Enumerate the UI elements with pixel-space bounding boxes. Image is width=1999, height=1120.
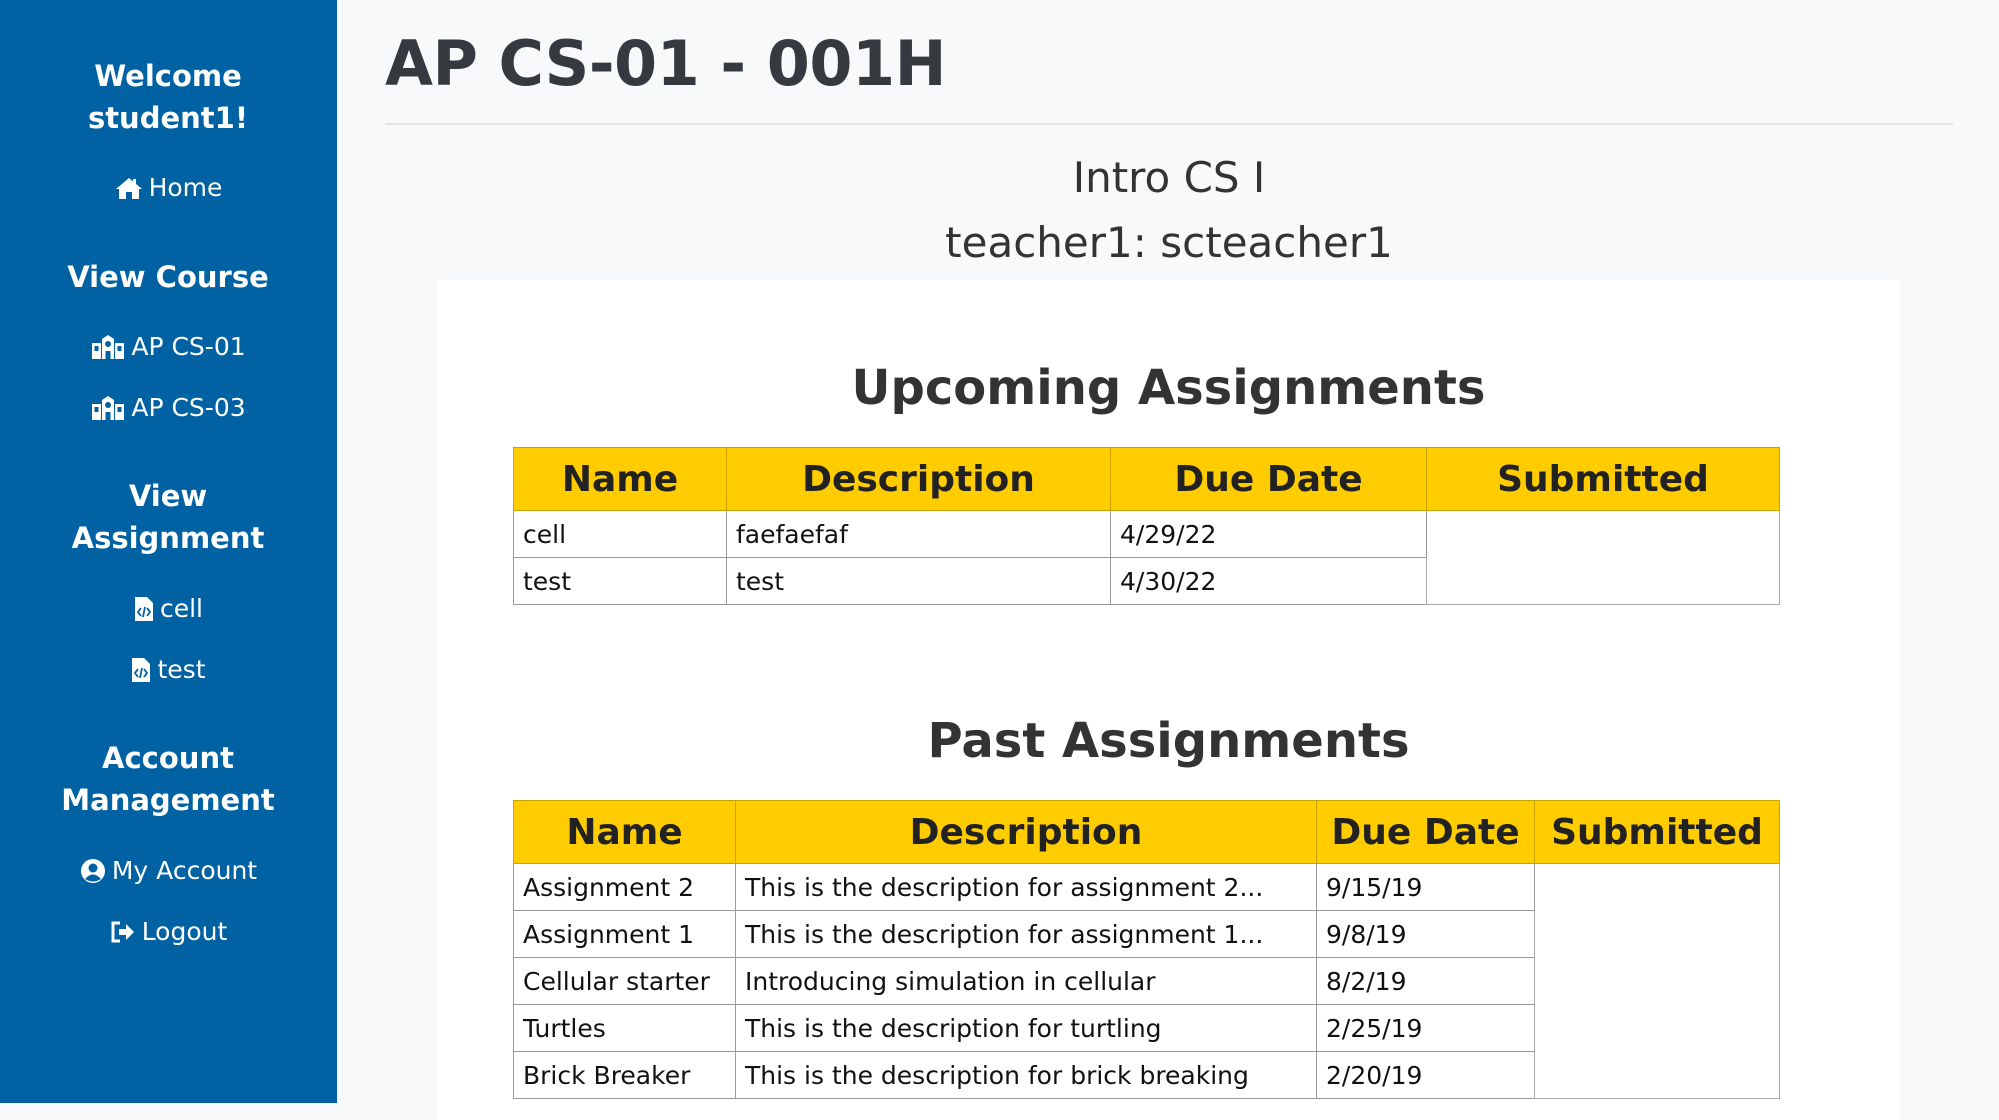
welcome-heading: Welcome student1! [38, 55, 298, 139]
cell-name: Brick Breaker [513, 1051, 736, 1099]
file-code-icon [131, 657, 151, 683]
cell-due-date: 4/30/22 [1110, 557, 1427, 605]
heading-line: Assignment [71, 521, 265, 555]
column-header-description: Description [735, 800, 1317, 864]
heading-line: View [128, 479, 208, 513]
column-header-submitted: Submitted [1534, 800, 1780, 864]
school-icon [91, 334, 125, 360]
cell-description: faefaefaf [726, 510, 1111, 558]
welcome-line: Welcome [94, 59, 242, 93]
column-header-name: Name [513, 447, 727, 511]
table-row[interactable]: cell faefaefaf 4/29/22 [513, 510, 1780, 605]
sidebar-item-course-1[interactable]: AP CS-01 [0, 330, 337, 364]
cell-description: Introducing simulation in cellular [735, 957, 1317, 1005]
sidebar-item-logout[interactable]: Logout [0, 915, 337, 949]
sidebar-item-label: My Account [111, 856, 258, 885]
cell-description: This is the description for assignment 2… [735, 863, 1317, 911]
welcome-username: student1! [87, 101, 249, 135]
cell-name: cell [513, 510, 727, 558]
user-circle-icon [80, 858, 106, 884]
cell-description: This is the description for turtling [735, 1004, 1317, 1052]
cell-name: test [513, 557, 727, 605]
sidebar-item-label: AP CS-03 [131, 393, 246, 422]
upcoming-assignments-title: Upcoming Assignments [851, 360, 1486, 416]
cell-due-date: 8/2/19 [1316, 957, 1535, 1005]
school-icon [91, 395, 125, 421]
cell-due-date: 9/15/19 [1316, 863, 1535, 911]
sidebar-item-label: test [157, 655, 206, 684]
column-header-submitted: Submitted [1426, 447, 1780, 511]
course-name: Intro CS I [1072, 153, 1266, 202]
sidebar-item-label: Home [148, 173, 223, 202]
cell-description: test [726, 557, 1111, 605]
cell-name: Turtles [513, 1004, 736, 1052]
cell-due-date: 2/20/19 [1316, 1051, 1535, 1099]
sidebar-item-assignment-cell[interactable]: cell [0, 592, 337, 626]
heading-line: Management [61, 783, 275, 817]
past-assignments-table: Name Description Due Date Submitted Assi… [513, 800, 1780, 1099]
column-header-name: Name [513, 800, 736, 864]
heading-line: Account [102, 741, 234, 775]
cell-due-date: 4/29/22 [1110, 510, 1427, 558]
upcoming-assignments-table: Name Description Due Date Submitted cell… [513, 447, 1780, 605]
cell-name: Assignment 1 [513, 910, 736, 958]
account-management-heading: Account Management [38, 737, 298, 821]
sidebar: Welcome student1! Home View Course AP CS… [0, 0, 337, 1103]
cell-submitted [1426, 510, 1780, 605]
table-row[interactable]: Assignment 2 This is the description for… [513, 863, 1780, 1099]
column-header-description: Description [726, 447, 1111, 511]
sidebar-item-label: AP CS-01 [131, 332, 246, 361]
table-header-row: Name Description Due Date Submitted [513, 800, 1780, 864]
past-assignments-title: Past Assignments [927, 713, 1410, 769]
column-header-due-date: Due Date [1110, 447, 1427, 511]
column-header-due-date: Due Date [1316, 800, 1535, 864]
view-assignment-heading: View Assignment [38, 475, 298, 559]
cell-name: Assignment 2 [513, 863, 736, 911]
sidebar-item-home[interactable]: Home [0, 171, 337, 205]
sidebar-item-label: Logout [141, 917, 228, 946]
cell-description: This is the description for brick breaki… [735, 1051, 1317, 1099]
cell-submitted [1534, 863, 1780, 1099]
cell-description: This is the description for assignment 1… [735, 910, 1317, 958]
cell-due-date: 2/25/19 [1316, 1004, 1535, 1052]
sidebar-item-course-2[interactable]: AP CS-03 [0, 391, 337, 425]
sidebar-item-label: cell [159, 594, 204, 623]
page-title: AP CS-01 - 001H [385, 27, 947, 100]
view-course-heading: View Course [67, 260, 269, 294]
teacher-label: teacher1: scteacher1 [945, 218, 1393, 267]
cell-name: Cellular starter [513, 957, 736, 1005]
table-header-row: Name Description Due Date Submitted [513, 447, 1780, 511]
sidebar-item-assignment-test[interactable]: test [0, 653, 337, 687]
main-content: AP CS-01 - 001H Intro CS I teacher1: sct… [385, 0, 1953, 1120]
cell-due-date: 9/8/19 [1316, 910, 1535, 958]
title-divider [385, 123, 1953, 125]
sidebar-item-my-account[interactable]: My Account [0, 854, 337, 888]
file-code-icon [134, 596, 154, 622]
assignments-card: Upcoming Assignments Name Description Du… [437, 280, 1900, 1120]
sign-out-icon [110, 920, 136, 944]
home-icon [115, 176, 143, 200]
